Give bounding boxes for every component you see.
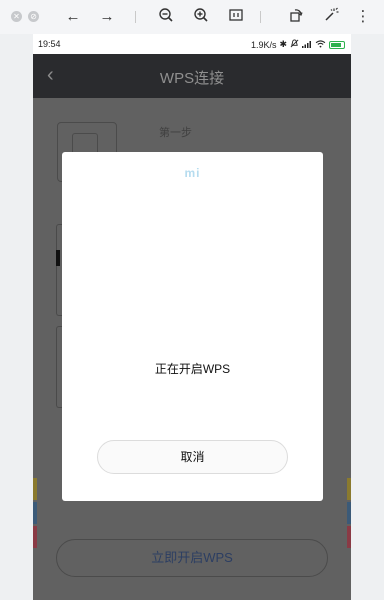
accent-stripe-red <box>347 526 351 548</box>
accent-stripe-yellow <box>347 478 351 500</box>
zoom-out-icon[interactable] <box>155 7 177 27</box>
wps-progress-dialog: mi 正在开启WPS 取消 <box>62 152 323 501</box>
viewer-toolbar: ✕ ⊘ ← → ⋮ <box>0 0 384 34</box>
cancel-button[interactable]: 取消 <box>97 440 288 474</box>
bluetooth-icon: ✱ <box>279 39 287 49</box>
dialog-message: 正在开启WPS <box>154 362 231 376</box>
mute-icon <box>290 39 299 50</box>
toolbar-divider <box>135 11 136 23</box>
step-title: 第一步 <box>159 127 192 139</box>
magic-wand-icon[interactable] <box>320 7 342 27</box>
battery-icon <box>329 40 345 49</box>
battery-level <box>331 42 341 47</box>
accent-stripe-red <box>33 526 37 548</box>
arrow-left-icon[interactable]: ← <box>62 7 84 27</box>
zoom-in-icon[interactable] <box>190 7 212 27</box>
status-time: 19:54 <box>38 39 61 49</box>
actual-size-icon[interactable] <box>225 7 247 27</box>
step-card-marker <box>56 250 60 266</box>
mi-logo: mi <box>184 166 201 180</box>
network-speed: 1.9K/s <box>250 39 277 50</box>
signal-icon <box>302 40 312 50</box>
page-title: WPS连接 <box>159 70 225 87</box>
accent-stripe-blue <box>347 502 351 524</box>
arrow-right-icon[interactable]: → <box>96 7 118 27</box>
toolbar-divider <box>260 11 261 23</box>
accent-stripe-blue <box>33 502 37 524</box>
wifi-icon <box>315 39 326 50</box>
open-wps-button[interactable]: 立即开启WPS <box>56 539 328 577</box>
app-header: ‹ WPS连接 <box>33 54 351 98</box>
minimize-window-icon[interactable]: ⊘ <box>28 11 39 22</box>
status-icons: 1.9K/s ✱ <box>251 39 345 50</box>
close-window-icon[interactable]: ✕ <box>11 11 22 22</box>
accent-stripe-yellow <box>33 478 37 500</box>
status-bar: 19:54 1.9K/s ✱ <box>33 34 351 54</box>
more-icon[interactable]: ⋮ <box>352 7 374 27</box>
rotate-icon[interactable] <box>285 7 307 27</box>
